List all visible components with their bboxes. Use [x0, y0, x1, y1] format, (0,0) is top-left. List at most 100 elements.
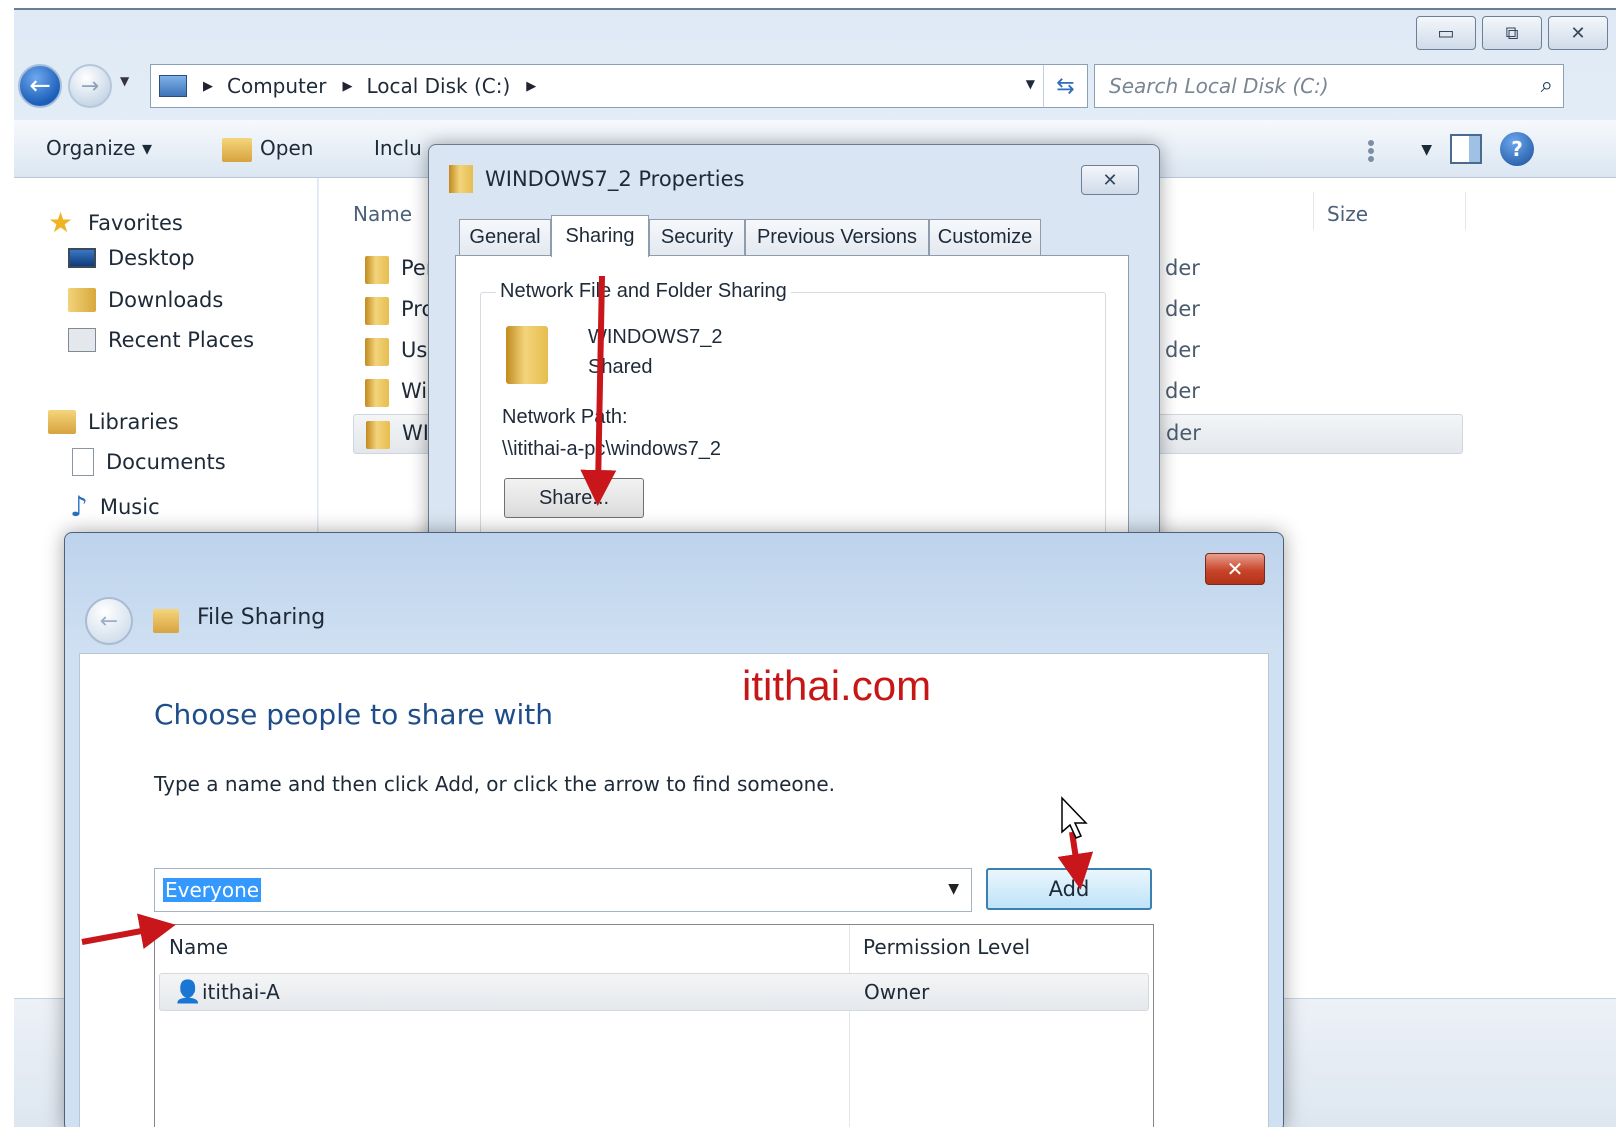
- libraries-icon: [48, 410, 76, 434]
- nav-desktop-label: Desktop: [108, 246, 195, 270]
- search-input[interactable]: Search Local Disk (C:) ⌕: [1094, 64, 1564, 108]
- desktop-icon: [68, 248, 96, 268]
- open-folder-icon: [222, 138, 252, 162]
- view-dropdown-icon[interactable]: ▼: [1421, 142, 1432, 158]
- close-button[interactable]: ✕: [1081, 165, 1139, 195]
- wizard-content: itithai.com Choose people to share with …: [79, 653, 1269, 1127]
- window-controls: ▭ ⧉ ✕: [1416, 16, 1608, 50]
- nav-desktop[interactable]: Desktop: [68, 246, 195, 270]
- page-title: Choose people to share with: [154, 698, 554, 731]
- folder-icon: [365, 379, 389, 407]
- folder-icon: [365, 338, 389, 366]
- nav-favorites[interactable]: ★ Favorites: [48, 206, 183, 239]
- column-divider[interactable]: [1313, 192, 1314, 230]
- nav-music-label: Music: [99, 494, 160, 519]
- file-type: der: [1165, 379, 1200, 403]
- dialog-title: File Sharing: [197, 605, 326, 630]
- column-divider[interactable]: [1465, 192, 1466, 230]
- sharing-table: Name Permission Level 👤 itithai-A Owner: [154, 924, 1154, 1127]
- back-button[interactable]: ←: [18, 64, 62, 108]
- file-type: der: [1165, 256, 1200, 280]
- watermark-text: itithai.com: [742, 662, 932, 709]
- breadcrumb-local-disk[interactable]: Local Disk (C:): [366, 74, 510, 98]
- folder-icon: [506, 326, 548, 384]
- column-size-header[interactable]: Size: [1327, 202, 1368, 226]
- add-button[interactable]: Add: [986, 868, 1152, 910]
- tab-customize[interactable]: Customize: [929, 219, 1041, 255]
- tab-previous-versions[interactable]: Previous Versions: [745, 219, 929, 255]
- chevron-right-icon[interactable]: ▶: [203, 79, 213, 94]
- tab-general[interactable]: General: [459, 219, 551, 255]
- permission-level[interactable]: Owner: [864, 980, 929, 1004]
- back-arrow-icon: ←: [99, 608, 119, 634]
- search-icon[interactable]: ⌕: [1541, 73, 1553, 98]
- organize-menu[interactable]: Organize ▾: [46, 136, 152, 160]
- open-button[interactable]: Open: [260, 136, 313, 160]
- properties-title: WINDOWS7_2 Properties: [485, 167, 745, 191]
- back-button[interactable]: ←: [85, 597, 133, 645]
- properties-dialog: WINDOWS7_2 Properties ✕ General Sharing …: [428, 144, 1160, 592]
- chevron-down-icon[interactable]: ▼: [948, 881, 959, 897]
- file-sharing-dialog: ✕ ← File Sharing itithai.com Choose peop…: [64, 532, 1284, 1127]
- minimize-button[interactable]: ▭: [1416, 16, 1476, 50]
- close-button[interactable]: ✕: [1205, 553, 1265, 585]
- navigation-bar: ← → ▼ ▶ Computer ▶ Local Disk (C:) ▶ ▼ ⇆…: [14, 62, 1616, 110]
- folder-icon: [449, 165, 473, 193]
- share-button[interactable]: Share...: [504, 478, 644, 518]
- breadcrumb-computer[interactable]: Computer: [227, 74, 326, 98]
- table-row[interactable]: 👤 itithai-A Owner: [159, 973, 1149, 1011]
- address-bar[interactable]: ▶ Computer ▶ Local Disk (C:) ▶ ▼ ⇆: [150, 64, 1088, 108]
- search-placeholder: Search Local Disk (C:): [1109, 74, 1329, 98]
- nav-libraries-label: Libraries: [88, 410, 179, 434]
- column-name-header[interactable]: Name: [353, 202, 412, 226]
- restore-button[interactable]: ⧉: [1482, 16, 1542, 50]
- permission-column-header[interactable]: Permission Level: [863, 935, 1030, 959]
- file-sharing-icon: [153, 609, 179, 633]
- preview-pane-icon[interactable]: [1450, 134, 1482, 164]
- folder-icon: [365, 297, 389, 325]
- sharing-group-label: Network File and Folder Sharing: [496, 280, 791, 303]
- back-arrow-icon: ←: [29, 71, 51, 101]
- computer-icon: [159, 75, 187, 97]
- chevron-right-icon[interactable]: ▶: [342, 79, 352, 94]
- tab-sharing[interactable]: Sharing: [551, 215, 649, 257]
- recent-places-icon: [68, 328, 96, 352]
- user-name: itithai-A: [202, 980, 280, 1004]
- user-icon: 👤: [174, 980, 202, 1005]
- column-divider: [849, 925, 850, 1127]
- nav-recent-places[interactable]: Recent Places: [68, 328, 254, 352]
- file-type: der: [1166, 421, 1201, 445]
- network-path-label: Network Path:: [502, 406, 628, 428]
- nav-documents-label: Documents: [106, 450, 226, 474]
- music-icon: ♪: [70, 490, 88, 523]
- chevron-right-icon[interactable]: ▶: [526, 79, 536, 94]
- close-button[interactable]: ✕: [1548, 16, 1608, 50]
- name-input-value[interactable]: Everyone: [163, 878, 262, 902]
- forward-button[interactable]: →: [68, 64, 112, 108]
- nav-recent-label: Recent Places: [108, 328, 255, 352]
- documents-icon: [72, 448, 94, 476]
- recent-pages-dropdown[interactable]: ▼: [120, 74, 129, 88]
- folder-name: WINDOWS7_2: [588, 326, 723, 348]
- name-column-header[interactable]: Name: [169, 935, 228, 959]
- nav-downloads[interactable]: Downloads: [68, 288, 223, 312]
- include-in-library-menu[interactable]: Inclu: [374, 136, 422, 160]
- nav-libraries[interactable]: Libraries: [48, 410, 179, 434]
- tab-security[interactable]: Security: [649, 219, 745, 255]
- nav-documents[interactable]: Documents: [72, 448, 226, 476]
- folder-icon: [365, 256, 389, 284]
- file-name: Wi: [401, 379, 428, 403]
- folder-status: Shared: [588, 356, 653, 378]
- name-combobox[interactable]: Everyone ▼: [154, 868, 972, 912]
- forward-arrow-icon: →: [80, 73, 100, 99]
- file-type: der: [1165, 338, 1200, 362]
- view-options-icon[interactable]: [1368, 140, 1398, 162]
- address-dropdown[interactable]: ▼: [1026, 77, 1035, 91]
- help-icon[interactable]: ?: [1500, 132, 1534, 166]
- file-type: der: [1165, 297, 1200, 321]
- folder-icon: [366, 421, 390, 449]
- sharing-tab-panel: Network File and Folder Sharing WINDOWS7…: [455, 255, 1129, 592]
- nav-music[interactable]: ♪ Music: [70, 490, 160, 523]
- refresh-icon[interactable]: ⇆: [1043, 65, 1087, 107]
- nav-downloads-label: Downloads: [108, 288, 224, 312]
